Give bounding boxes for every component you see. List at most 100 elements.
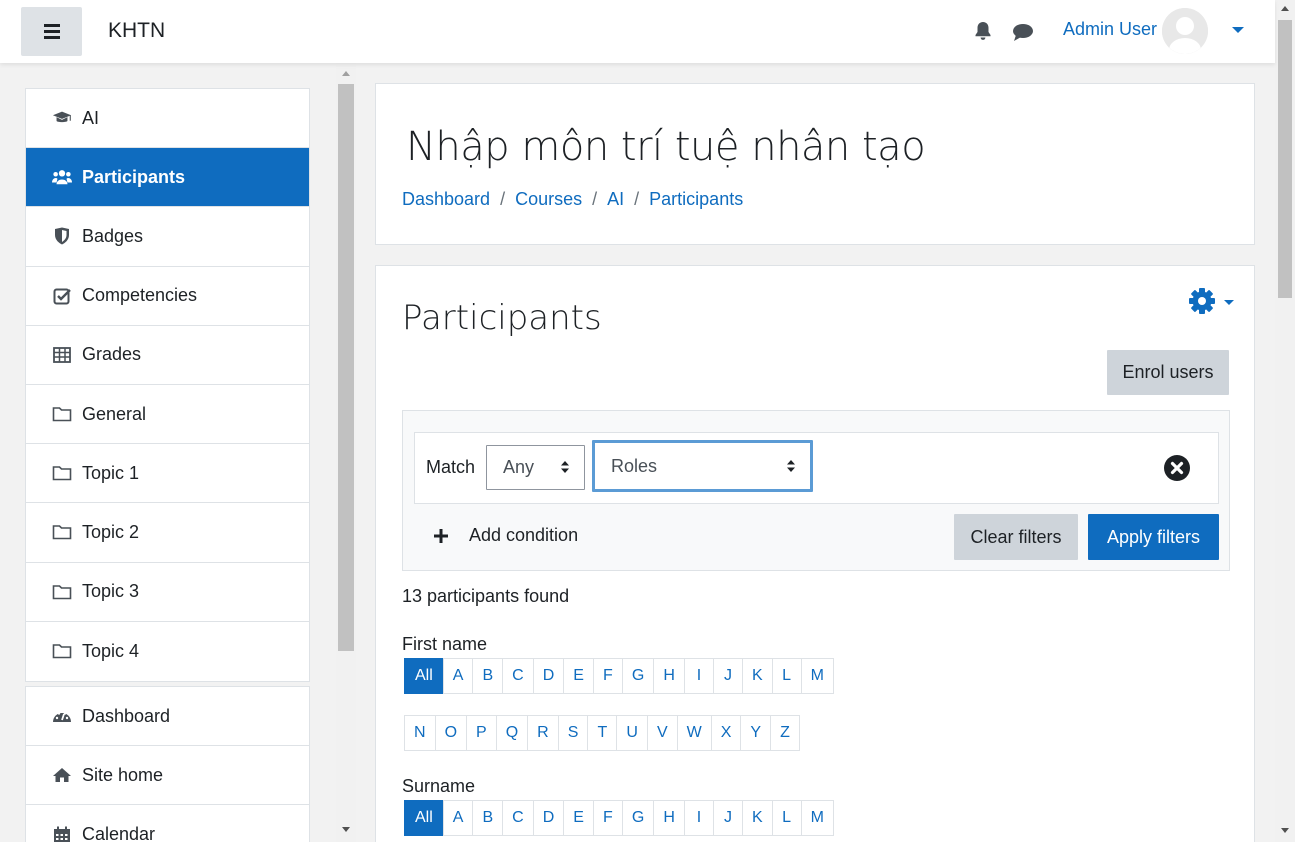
surname-initial-d[interactable]: D	[532, 800, 565, 836]
scrollbar-thumb[interactable]	[338, 84, 354, 651]
nav-item-site-home[interactable]: Site home	[26, 746, 309, 806]
first-name-initial-y[interactable]: Y	[740, 715, 772, 751]
nav-item-label: General	[82, 403, 147, 424]
surname-initial-g[interactable]: G	[621, 800, 655, 836]
breadcrumb-participants[interactable]: Participants	[649, 189, 743, 210]
first-name-initial-p[interactable]: P	[466, 715, 497, 751]
nav-item-dashboard[interactable]: Dashboard	[26, 687, 309, 747]
first-name-initial-i[interactable]: I	[683, 658, 714, 694]
surname-label: Surname	[402, 776, 476, 796]
first-name-initial-f[interactable]: F	[592, 658, 623, 694]
first-name-initial-q[interactable]: Q	[495, 715, 529, 751]
gear-icon[interactable]	[1188, 287, 1236, 315]
surname-initial-m[interactable]: M	[800, 800, 834, 836]
first-name-initial-z[interactable]: Z	[770, 715, 801, 751]
first-name-initial-n[interactable]: N	[404, 715, 436, 751]
select-arrows-icon	[787, 460, 795, 472]
site-name[interactable]: KHTN	[108, 19, 165, 43]
scroll-down-arrow-icon[interactable]	[1281, 828, 1289, 833]
surname-initial-j[interactable]: J	[712, 800, 743, 836]
breadcrumb-ai[interactable]: AI	[607, 189, 624, 210]
nav-item-competencies[interactable]: Competencies	[26, 267, 309, 326]
first-name-initial-all[interactable]: All	[404, 658, 444, 694]
scroll-up-arrow-icon[interactable]	[1281, 6, 1289, 11]
graduation-cap-icon	[52, 108, 72, 128]
surname-initial-all[interactable]: All	[404, 800, 444, 836]
first-name-initial-t[interactable]: T	[587, 715, 618, 751]
notification-bell-icon[interactable]	[972, 20, 994, 42]
breadcrumb-dashboard[interactable]: Dashboard	[402, 189, 490, 210]
nav-item-badges[interactable]: Badges	[26, 207, 309, 267]
match-select[interactable]: Any	[486, 445, 585, 490]
first-name-initial-u[interactable]: U	[616, 715, 648, 751]
nav-item-grades[interactable]: Grades	[26, 326, 309, 385]
avatar[interactable]	[1162, 8, 1208, 54]
nav-item-course-ai[interactable]: AI	[26, 89, 309, 149]
breadcrumb-courses[interactable]: Courses	[515, 189, 582, 210]
first-name-initial-w[interactable]: W	[676, 715, 712, 751]
scrollbar-thumb[interactable]	[1278, 20, 1292, 298]
first-name-initial-c[interactable]: C	[502, 658, 534, 694]
first-name-initial-k[interactable]: K	[741, 658, 773, 694]
surname-initial-e[interactable]: E	[563, 800, 594, 836]
add-condition-button[interactable]: Add condition	[433, 525, 578, 546]
nav-item-label: Participants	[82, 166, 186, 187]
clear-filters-button[interactable]: Clear filters	[954, 514, 1078, 560]
folder-icon	[52, 641, 72, 661]
nav-item-topic-3[interactable]: Topic 3	[26, 563, 309, 622]
scroll-up-arrow-icon[interactable]	[342, 71, 350, 76]
hamburger-icon-line	[44, 36, 60, 39]
first-name-initial-g[interactable]: G	[621, 658, 655, 694]
surname-initial-l[interactable]: L	[771, 800, 802, 836]
condition-type-select[interactable]: Roles	[592, 440, 813, 492]
surname-initial-h[interactable]: H	[653, 800, 685, 836]
scroll-down-arrow-icon[interactable]	[342, 827, 350, 832]
hamburger-icon	[44, 24, 60, 27]
first-name-initial-r[interactable]: R	[527, 715, 559, 751]
chevron-down-icon[interactable]	[1231, 25, 1245, 35]
condition-select-value: Roles	[611, 455, 658, 476]
first-name-initial-l[interactable]: L	[771, 658, 802, 694]
first-name-initial-a[interactable]: A	[442, 658, 474, 694]
first-name-initial-j[interactable]: J	[712, 658, 743, 694]
drawer-scrollbar[interactable]	[336, 63, 356, 842]
window-scrollbar[interactable]	[1275, 0, 1295, 842]
surname-initial-c[interactable]: C	[502, 800, 534, 836]
menu-toggle-button[interactable]	[21, 7, 82, 56]
home-icon	[52, 765, 72, 785]
match-select-value: Any	[503, 457, 535, 477]
first-name-initial-o[interactable]: O	[434, 715, 468, 751]
nav-item-participants[interactable]: Participants	[26, 148, 309, 208]
filter-condition-row: Match Any Roles	[414, 432, 1219, 504]
nav-item-topic-2[interactable]: Topic 2	[26, 503, 309, 563]
surname-initial-a[interactable]: A	[442, 800, 474, 836]
folder-icon	[52, 404, 72, 424]
nav-item-topic-4[interactable]: Topic 4	[26, 622, 309, 681]
remove-condition-button[interactable]	[1164, 455, 1190, 481]
select-arrows-icon	[561, 461, 569, 473]
first-name-initial-d[interactable]: D	[532, 658, 565, 694]
first-name-initial-e[interactable]: E	[563, 658, 594, 694]
first-name-initial-v[interactable]: V	[646, 715, 678, 751]
plus-icon	[433, 528, 449, 544]
first-name-initial-b[interactable]: B	[472, 658, 504, 694]
nav-item-general[interactable]: General	[26, 385, 309, 445]
first-name-initial-h[interactable]: H	[653, 658, 685, 694]
surname-initial-i[interactable]: I	[683, 800, 714, 836]
first-name-initial-x[interactable]: X	[710, 715, 742, 751]
first-name-initial-s[interactable]: S	[557, 715, 589, 751]
folder-icon	[52, 522, 72, 542]
messages-icon[interactable]	[1011, 21, 1035, 43]
surname-initial-f[interactable]: F	[592, 800, 623, 836]
breadcrumb-separator: /	[500, 189, 506, 209]
breadcrumb-separator: /	[634, 189, 640, 209]
surname-initial-b[interactable]: B	[472, 800, 504, 836]
nav-item-calendar[interactable]: Calendar	[26, 805, 309, 842]
user-menu-name[interactable]: Admin User	[1063, 19, 1157, 40]
enrol-users-button[interactable]: Enrol users	[1107, 350, 1229, 395]
surname-initial-k[interactable]: K	[741, 800, 773, 836]
first-name-initial-m[interactable]: M	[800, 658, 834, 694]
nav-item-label: AI	[82, 107, 100, 128]
apply-filters-button[interactable]: Apply filters	[1088, 514, 1219, 560]
nav-item-topic-1[interactable]: Topic 1	[26, 444, 309, 504]
